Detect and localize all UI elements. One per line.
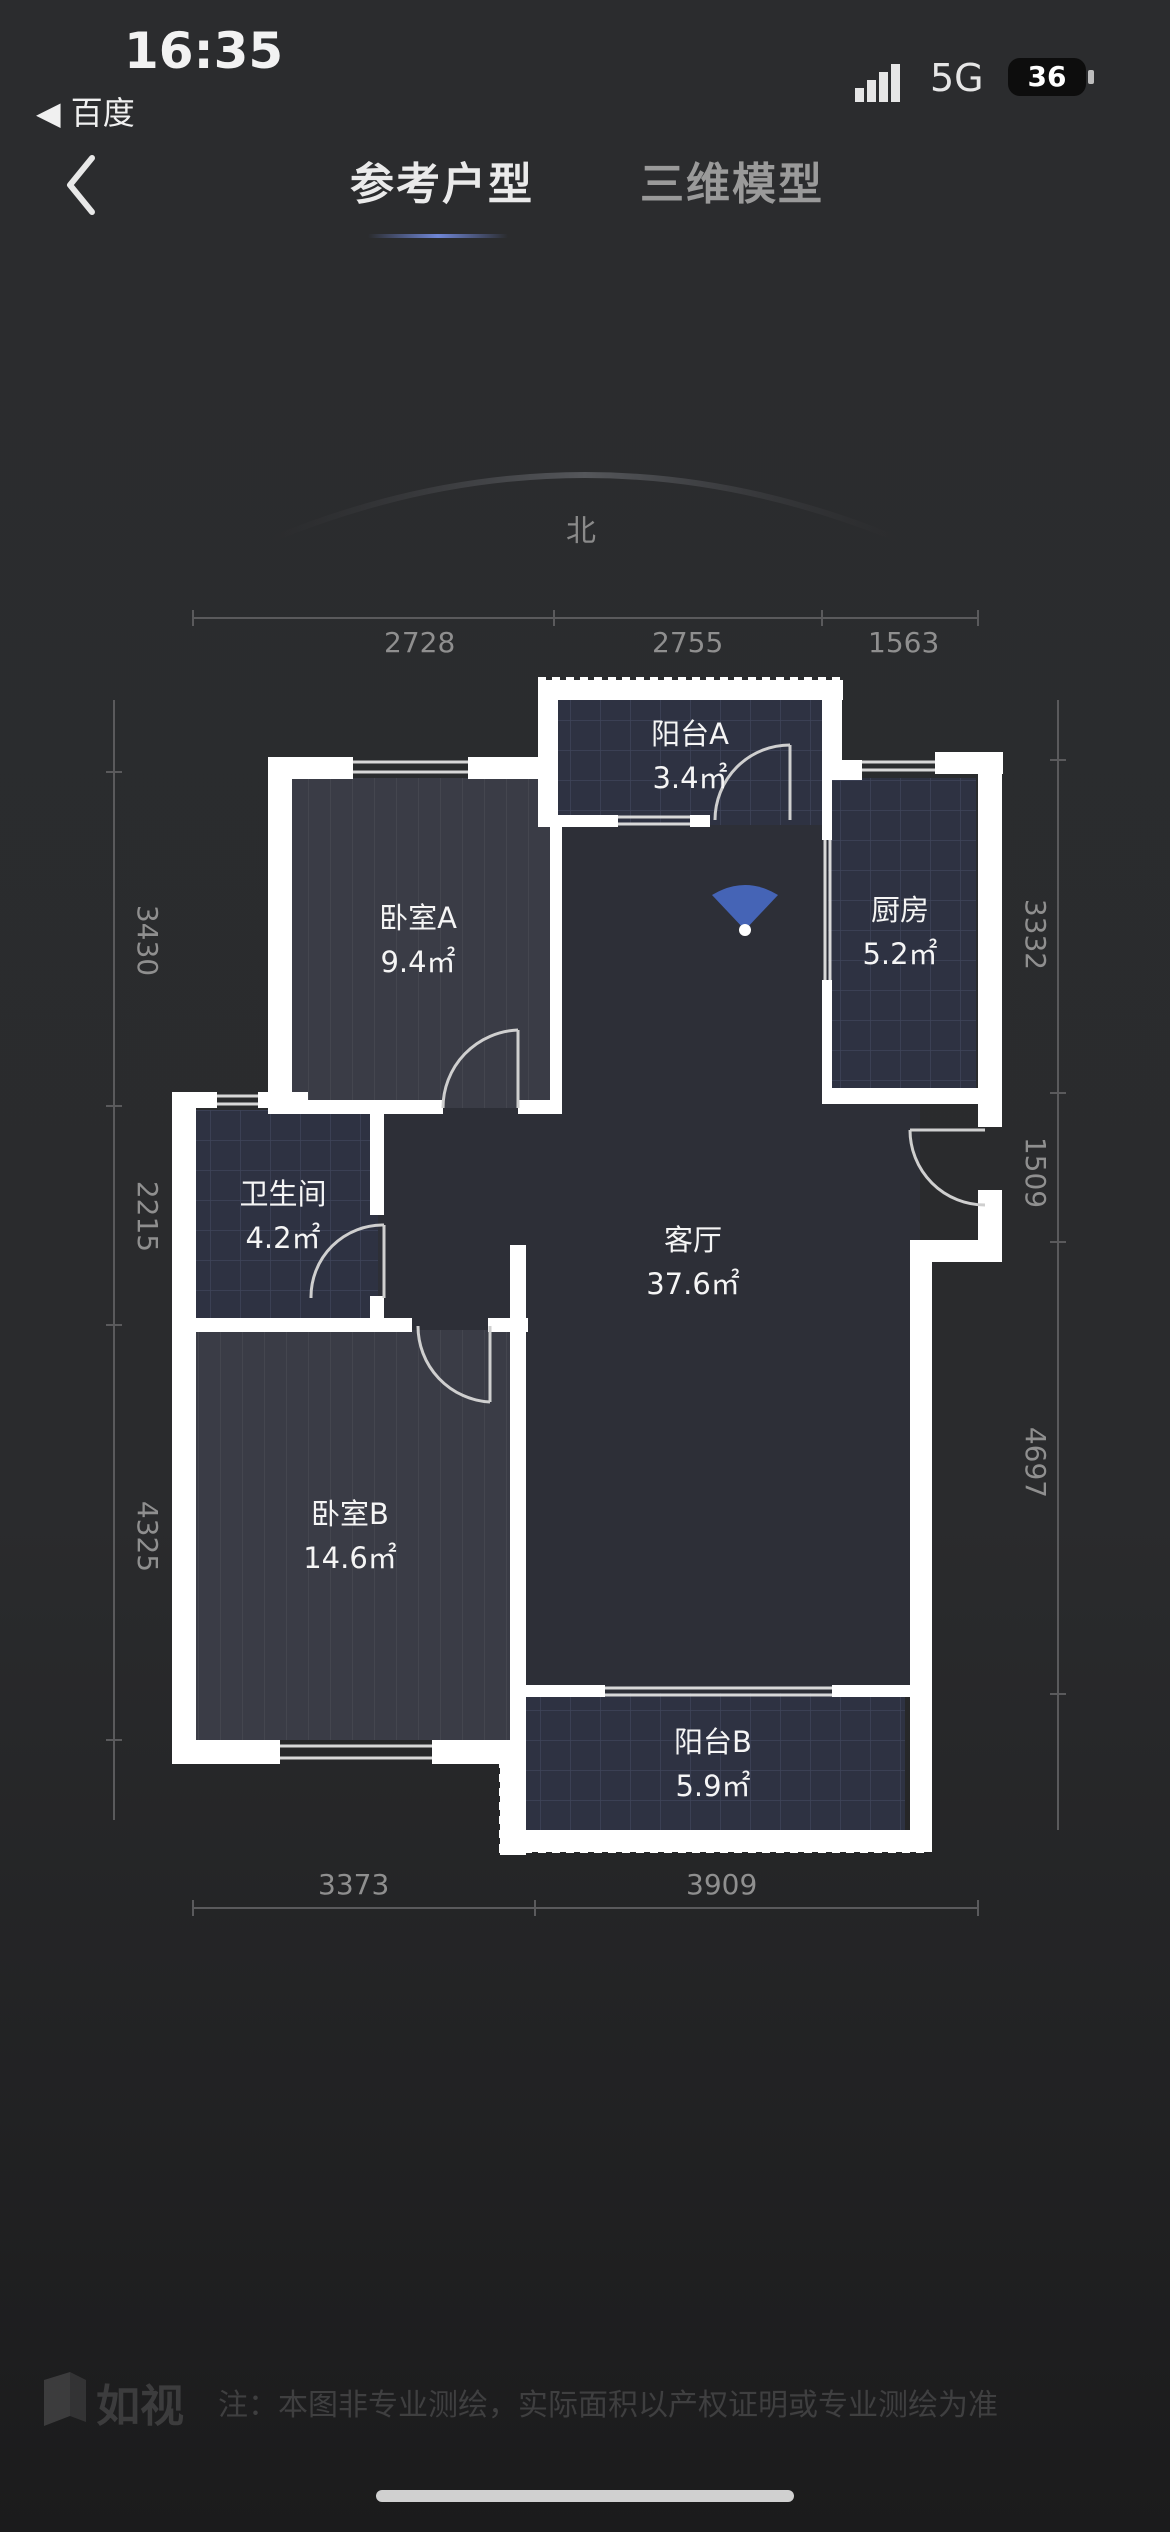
room-name: 厨房 bbox=[870, 893, 929, 927]
room-name: 卧室A bbox=[379, 901, 457, 935]
room-name: 客厅 bbox=[663, 1223, 722, 1257]
footer-logo-text: 如视 bbox=[96, 2381, 184, 2432]
room-name: 卫生间 bbox=[239, 1177, 327, 1211]
floor-plan bbox=[106, 610, 1066, 1916]
room-name: 卧室B bbox=[311, 1497, 389, 1531]
dim-right-2: 1509 bbox=[1019, 1136, 1053, 1209]
room-kitchen[interactable]: 厨房 5.2㎡ bbox=[800, 888, 1000, 976]
home-indicator[interactable] bbox=[376, 2490, 794, 2502]
dim-right-1: 3332 bbox=[1019, 898, 1053, 971]
room-area: 37.6㎡ bbox=[646, 1267, 740, 1301]
room-name: 阳台B bbox=[674, 1725, 752, 1759]
room-area: 9.4㎡ bbox=[380, 945, 456, 979]
room-bedroom-a[interactable]: 卧室A 9.4㎡ bbox=[318, 896, 518, 984]
room-area: 14.6㎡ bbox=[303, 1541, 397, 1575]
room-area: 4.2㎡ bbox=[245, 1221, 321, 1255]
room-name: 阳台A bbox=[651, 717, 729, 751]
realsee-logo-icon bbox=[44, 2372, 86, 2426]
room-balcony-a[interactable]: 阳台A 3.4㎡ bbox=[590, 712, 790, 800]
dim-left-1: 3430 bbox=[131, 904, 165, 977]
dim-top-3: 1563 bbox=[868, 626, 940, 659]
room-area: 3.4㎡ bbox=[652, 761, 728, 795]
room-living-room[interactable]: 客厅 37.6㎡ bbox=[593, 1218, 793, 1306]
room-bathroom[interactable]: 卫生间 4.2㎡ bbox=[183, 1172, 383, 1260]
room-balcony-b[interactable]: 阳台B 5.9㎡ bbox=[613, 1720, 813, 1808]
room-area: 5.2㎡ bbox=[862, 937, 938, 971]
room-bedroom-b[interactable]: 卧室B 14.6㎡ bbox=[250, 1492, 450, 1580]
room-area: 5.9㎡ bbox=[675, 1769, 751, 1803]
dim-bottom-2: 3909 bbox=[686, 1868, 758, 1901]
dim-top-1: 2728 bbox=[384, 626, 456, 659]
dim-right-3: 4697 bbox=[1019, 1426, 1053, 1499]
dim-left-2: 2215 bbox=[131, 1180, 165, 1253]
disclaimer-note: 注：本图非专业测绘，实际面积以产权证明或专业测绘为准 bbox=[218, 2388, 998, 2423]
dim-left-3: 4325 bbox=[131, 1500, 165, 1573]
dim-bottom-1: 3373 bbox=[318, 1868, 390, 1901]
dim-top-2: 2755 bbox=[652, 626, 724, 659]
